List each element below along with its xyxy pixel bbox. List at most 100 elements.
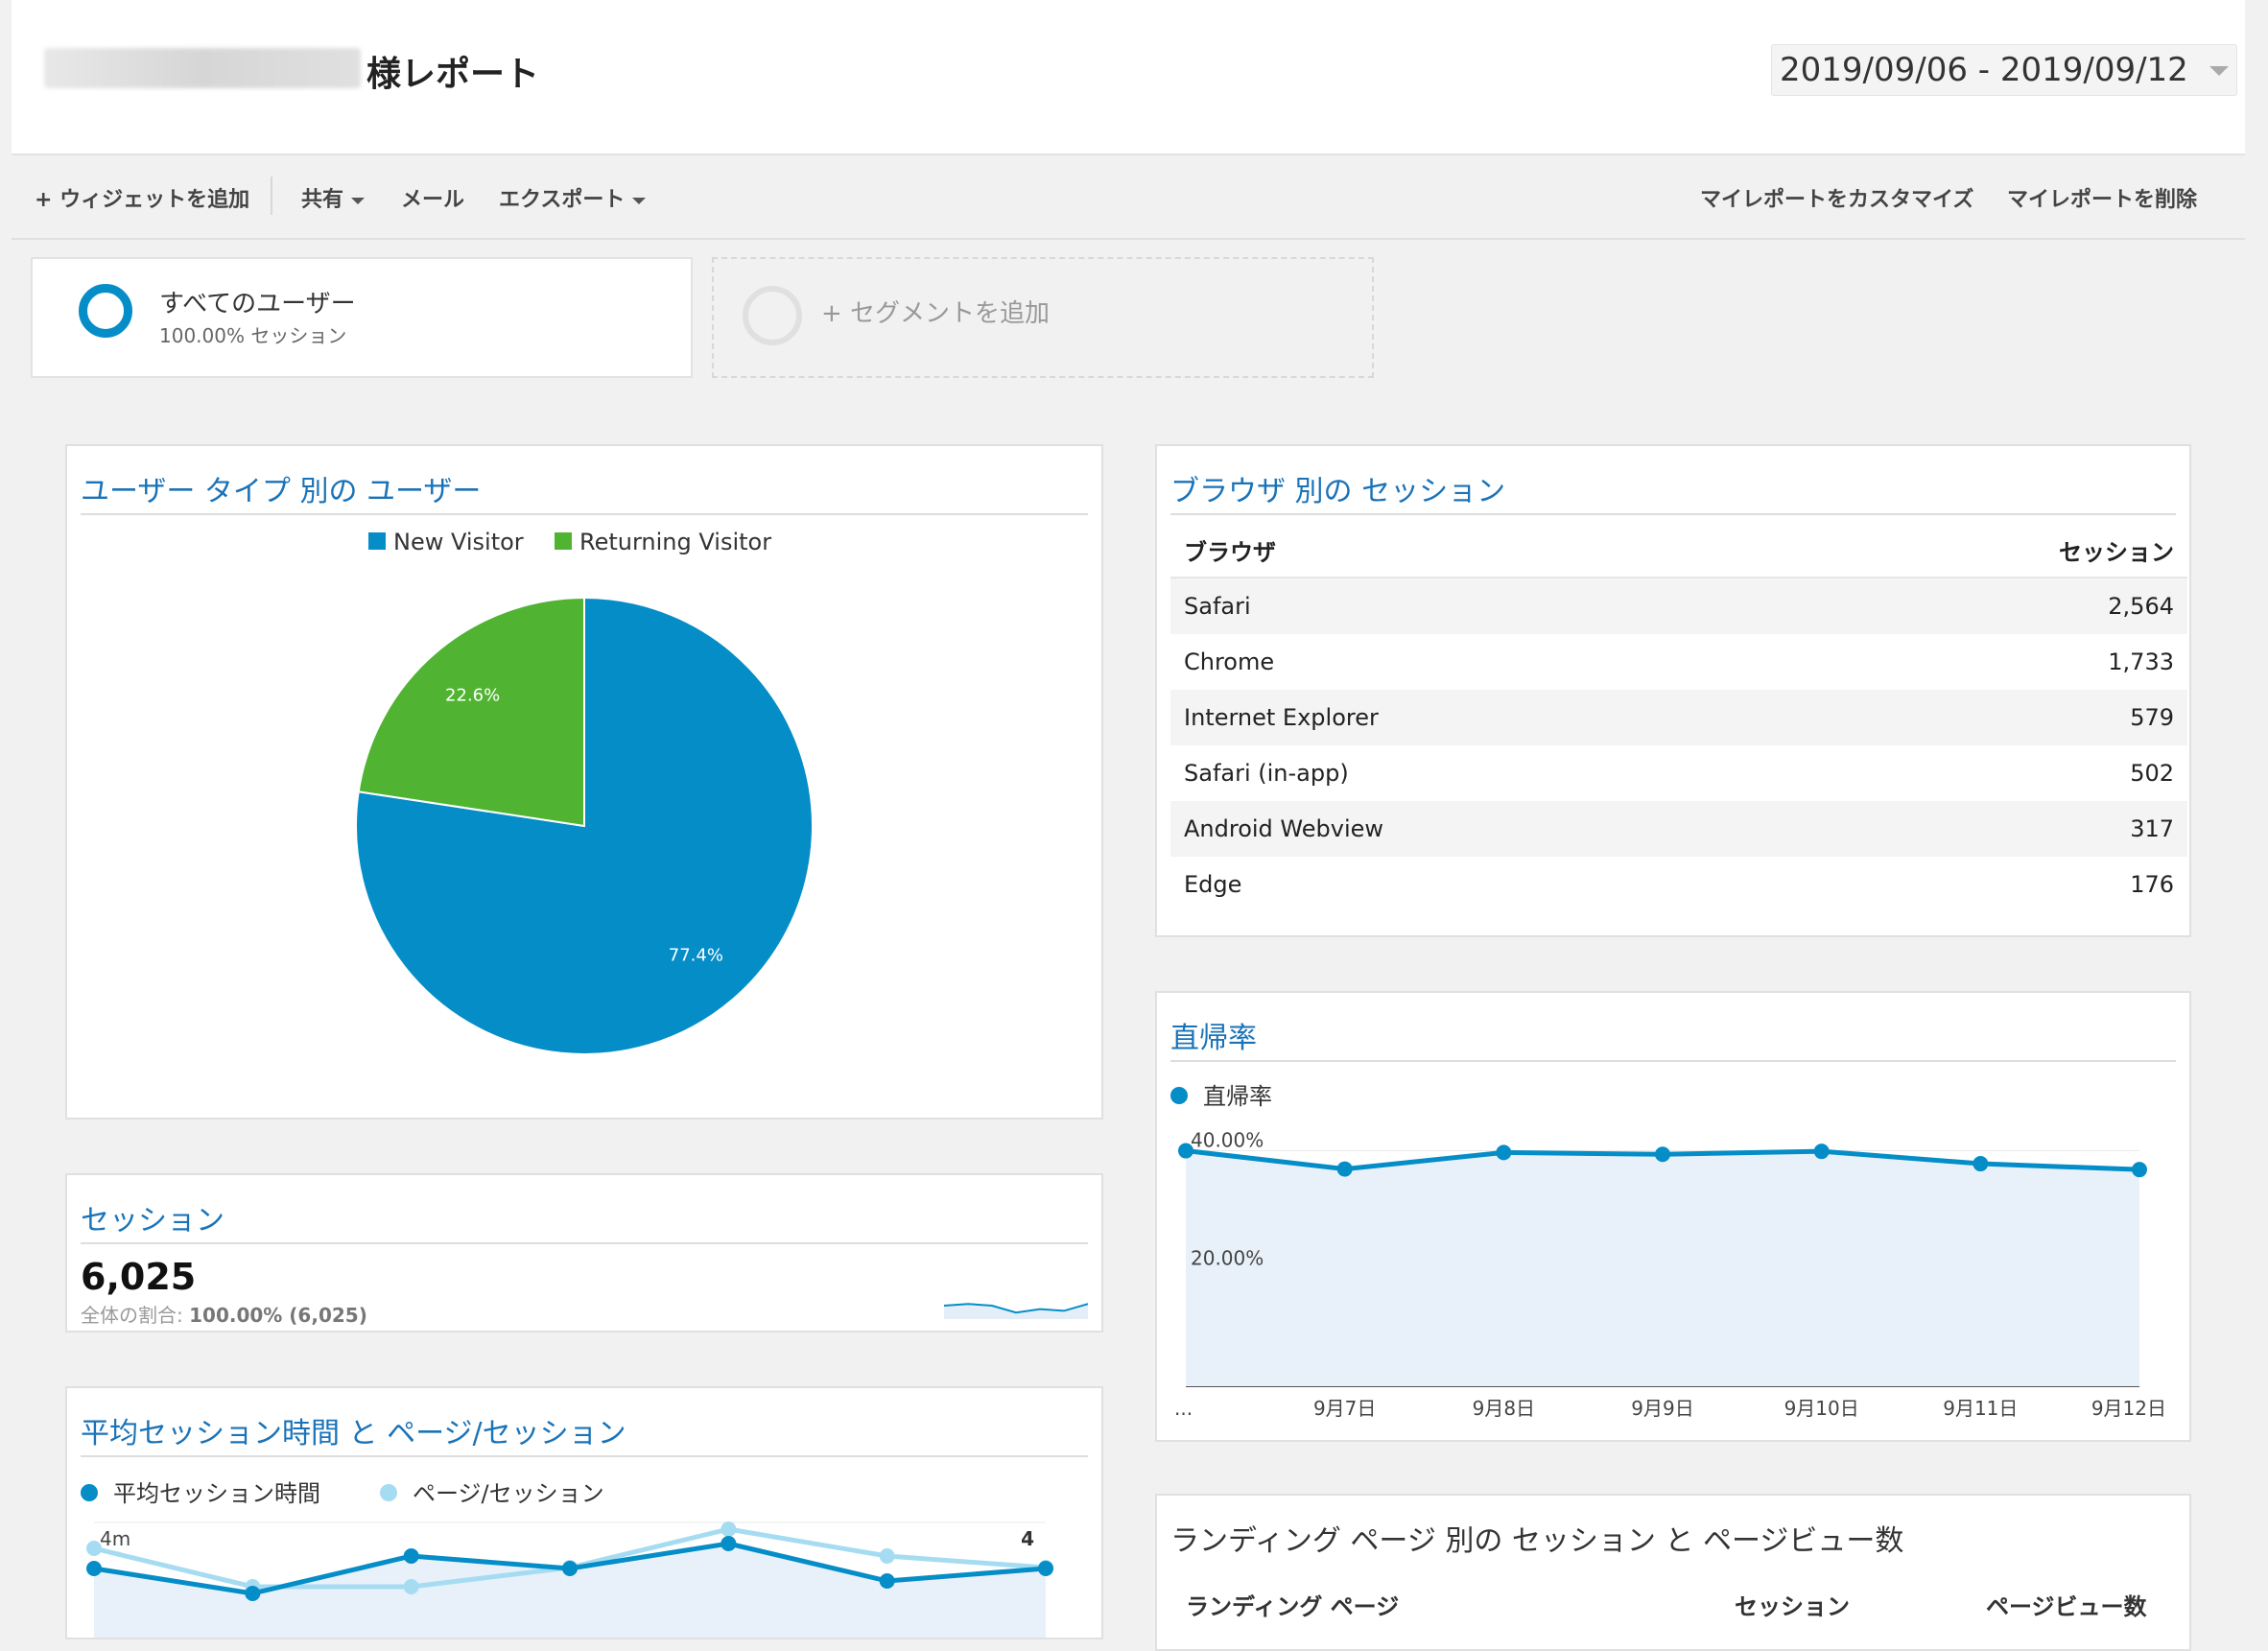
browser-cell: Edge	[1184, 871, 1242, 898]
sessions-total: 6,025	[81, 1256, 197, 1298]
redacted-client-name	[44, 48, 361, 88]
x-tick-label: 9月11日	[1943, 1397, 2018, 1420]
x-tick-label: 9月7日	[1313, 1397, 1376, 1420]
widget-title[interactable]: ブラウザ 別の セッション	[1170, 467, 1505, 509]
pie-slice-label: 77.4%	[669, 945, 723, 965]
data-point[interactable]	[721, 1521, 737, 1537]
x-tick-label: ...	[1174, 1397, 1193, 1420]
table-row: Internet Explorer 579	[1170, 690, 2187, 745]
mail-button[interactable]: メール	[401, 182, 464, 213]
pie-slice-label: 22.6%	[445, 686, 500, 706]
share-value: 100.00% (6,025)	[189, 1304, 367, 1327]
export-button[interactable]: エクスポート	[499, 182, 647, 213]
browser-table: ブラウザ セッション Safari 2,564 Chrome 1,733 Inter…	[1170, 523, 2187, 912]
add-segment-label: + セグメントを追加	[821, 299, 1051, 328]
sessions-cell: 502	[2130, 760, 2174, 787]
bounce-rate-chart: 40.00% 20.00%... 9月7日 9月8日 9月9日 9月10日 9月11日 9月1…	[1174, 1129, 2166, 1420]
table-row: Android Webview 317	[1170, 801, 2187, 857]
data-point[interactable]	[403, 1548, 419, 1564]
title-divider	[81, 1242, 1088, 1244]
data-point[interactable]	[1813, 1144, 1830, 1160]
sessions-cell: 2,564	[1795, 578, 2187, 634]
sessions-cell: 1,733	[2108, 649, 2174, 675]
table-row: Safari 2,564	[1170, 578, 2187, 634]
segment-all-users[interactable]: すべてのユーザー 100.00% セッション	[31, 257, 693, 378]
column-header-sessions: セッション	[1735, 1593, 1850, 1620]
data-point[interactable]	[1496, 1144, 1512, 1161]
x-tick-label: 9月10日	[1784, 1397, 1859, 1420]
column-header-sessions: セッション	[1795, 523, 2187, 578]
title-divider	[1170, 513, 2176, 515]
area-fill	[1186, 1150, 2139, 1386]
share-label: 全体の割合:	[81, 1304, 190, 1327]
page-title: 様レポート	[366, 55, 540, 94]
add-segment-button[interactable]: + セグメントを追加	[712, 257, 1374, 378]
column-header-landing-page: ランディング ページ	[1186, 1593, 1400, 1620]
toolbar-divider	[271, 177, 272, 215]
bounce-rate-widget: 直帰率 直帰率 40.00% 20.00%... 9月7日 9月8日 9月9日 9月10日…	[1155, 991, 2191, 1442]
data-point[interactable]	[879, 1548, 895, 1564]
empty-segment-ring-icon	[743, 286, 802, 345]
sessions-cell: 317	[1795, 801, 2187, 857]
data-point[interactable]	[1655, 1146, 1670, 1163]
sessions-cell: 176	[2130, 871, 2174, 898]
table-row: Safari (in-app) 502	[1170, 745, 2187, 801]
y-tick-label: 20.00%	[1191, 1246, 1264, 1269]
data-point[interactable]	[86, 1561, 102, 1576]
browser-cell: Internet Explorer	[1170, 690, 1796, 745]
date-range-picker[interactable]: 2019/09/06 - 2019/09/12	[1771, 44, 2237, 96]
customize-report-button[interactable]: マイレポートをカスタマイズ	[1700, 182, 1973, 213]
browser-cell: Chrome	[1184, 649, 1275, 675]
column-header-browser: ブラウザ	[1170, 523, 1796, 578]
browser-cell: Android Webview	[1170, 801, 1796, 857]
segment-name: すべてのユーザー	[159, 290, 356, 318]
data-point[interactable]	[1973, 1156, 1989, 1172]
x-tick-label: 9月8日	[1473, 1397, 1535, 1420]
landing-page-widget: ランディング ページ 別の セッション と ページビュー数 ランディング ページ…	[1155, 1494, 2191, 1651]
x-tick-label: 9月9日	[1631, 1397, 1693, 1420]
browser-cell: Safari (in-app)	[1184, 760, 1349, 787]
y-tick-label: 40.00%	[1191, 1129, 1264, 1152]
avg-session-widget: 平均セッション時間 と ページ/セッション 平均セッション時間 ページ/セッショ…	[65, 1386, 1103, 1639]
sessions-widget: セッション 6,025 全体の割合: 100.00% (6,025)	[65, 1173, 1103, 1333]
widget-title[interactable]: ランディング ページ 別の セッション と ページビュー数	[1170, 1517, 1903, 1559]
pie-chart: 77.4% 22.6%	[355, 596, 814, 1055]
left-y-tick-label: 4m	[100, 1527, 130, 1550]
data-point[interactable]	[2132, 1162, 2147, 1178]
caret-down-icon	[632, 197, 647, 204]
segment-ring-icon	[79, 284, 132, 338]
data-point[interactable]	[879, 1573, 895, 1589]
share-label: 共有	[301, 188, 344, 212]
user-type-widget: ユーザー タイプ 別の ユーザー New Visitor Returning V…	[65, 444, 1103, 1120]
chevron-down-icon	[2209, 66, 2229, 76]
caret-down-icon	[351, 197, 366, 204]
add-widget-button[interactable]: + ウィジェットを追加	[35, 182, 249, 213]
data-point[interactable]	[1336, 1161, 1353, 1177]
sparkline-area	[944, 1304, 1088, 1319]
browser-cell: Safari	[1170, 578, 1796, 634]
sessions-cell: 579	[1795, 690, 2187, 745]
segment-sessions-share: 100.00% セッション	[159, 324, 347, 347]
sessions-share: 全体の割合: 100.00% (6,025)	[81, 1300, 367, 1328]
widget-title[interactable]: セッション	[81, 1196, 224, 1238]
delete-report-button[interactable]: マイレポートを削除	[2007, 182, 2197, 213]
pie-slice-returning-visitor[interactable]	[357, 596, 585, 828]
table-row: Edge 176	[1170, 857, 2187, 912]
data-point[interactable]	[403, 1579, 419, 1594]
column-header-pageviews: ページビュー数	[1986, 1593, 2147, 1620]
data-point[interactable]	[562, 1561, 578, 1576]
x-tick-label: 9月12日	[2091, 1397, 2166, 1420]
sessions-sparkline	[944, 1303, 1088, 1319]
right-y-tick-label: 4	[1021, 1527, 1034, 1550]
share-button[interactable]: 共有	[301, 182, 366, 213]
avg-session-chart: 4m 4	[86, 1521, 1053, 1638]
table-header-row: ブラウザ セッション	[1170, 523, 2187, 578]
data-point[interactable]	[245, 1586, 261, 1601]
data-point[interactable]	[1038, 1561, 1053, 1576]
table-row: Chrome 1,733	[1170, 634, 2187, 690]
report-header: 様レポート 2019/09/06 - 2019/09/12	[12, 0, 2245, 155]
browser-widget: ブラウザ 別の セッション ブラウザ セッション Safari 2,564 Chr…	[1155, 444, 2191, 937]
date-range-text: 2019/09/06 - 2019/09/12	[1780, 51, 2188, 89]
export-label: エクスポート	[499, 188, 626, 212]
data-point[interactable]	[721, 1536, 737, 1551]
